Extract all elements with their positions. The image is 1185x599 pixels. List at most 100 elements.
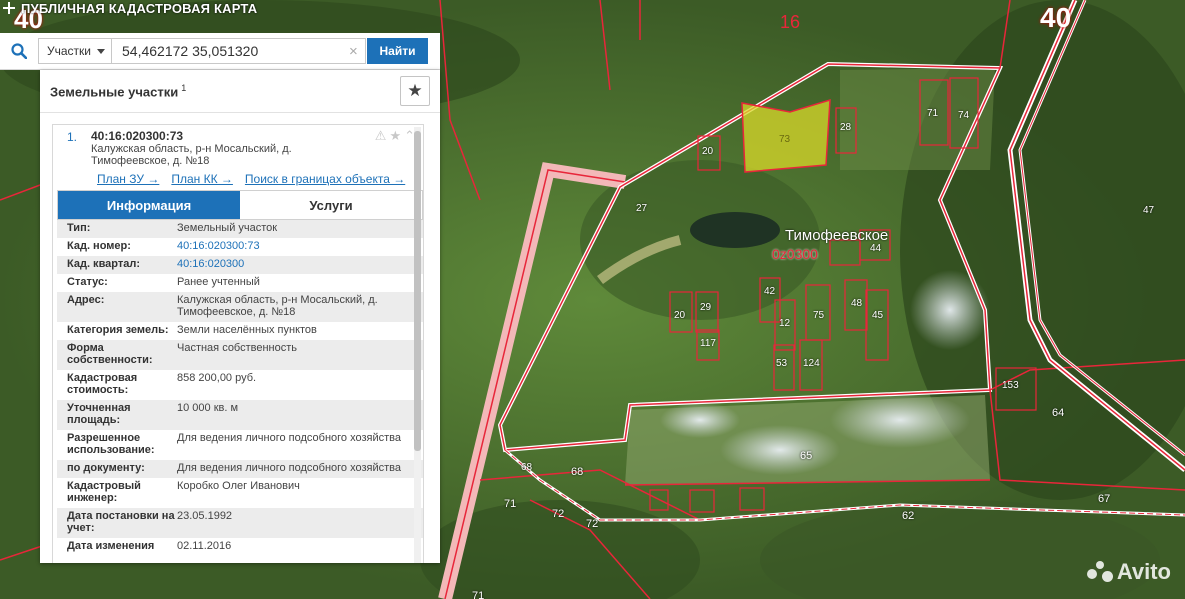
app-title: ПУБЛИЧНАЯ КАДАСТРОВАЯ КАРТА (21, 0, 258, 16)
parcel-label[interactable]: 28 (840, 122, 851, 133)
info-value: 23.05.1992 (177, 510, 233, 522)
info-value: Земельный участок (177, 222, 278, 234)
plan-kk-link[interactable]: План КК → (171, 172, 233, 186)
info-row: Дата изменения 02.11.2016 (57, 538, 423, 556)
scrollbar[interactable] (414, 127, 421, 563)
quarter-label: 16 (780, 12, 801, 32)
parcel-label[interactable]: 45 (872, 310, 883, 321)
info-row: Форма собственности: Частная собственност… (57, 340, 423, 370)
parcel-label[interactable]: 20 (674, 310, 685, 321)
parcel-label[interactable]: 117 (700, 338, 716, 349)
parcel-label[interactable]: 47 (1143, 205, 1154, 216)
village-code: 0z0300 (772, 246, 818, 262)
search-type-label: Участки (47, 44, 91, 58)
info-row: Дата постановки на учет: 23.05.1992 (57, 508, 423, 538)
parcel-label[interactable]: 72 (586, 518, 598, 530)
info-label: Дата постановки на учет: (67, 510, 175, 534)
card-links: План ЗУ → План КК → Поиск в границах объ… (97, 172, 405, 186)
info-label: Категория земель: (67, 324, 169, 336)
info-label: Уточненная площадь: (67, 402, 131, 426)
info-table: Тип: Земельный участок Кад. номер: 40:16:02… (57, 220, 423, 556)
card-tabs: Информация Услуги (57, 190, 423, 220)
info-label: Кадастровая стоимость: (67, 372, 138, 396)
parcel-label[interactable]: 67 (1098, 493, 1110, 505)
parcel-label[interactable]: 65 (800, 450, 812, 462)
parcel-label[interactable]: 124 (803, 358, 820, 369)
find-button[interactable]: Найти (367, 38, 428, 64)
avito-watermark: Avito (1086, 559, 1171, 585)
info-label: Тип: (67, 222, 91, 234)
star-icon: ★ (407, 81, 423, 100)
favorites-button[interactable]: ★ (400, 76, 430, 106)
info-label: Форма собственности: (67, 342, 153, 366)
result-cad-id[interactable]: 40:16:020300:73 (91, 129, 183, 143)
parcel-label[interactable]: 53 (776, 358, 787, 369)
clear-search-icon[interactable]: × (349, 43, 358, 60)
info-row: Адрес: Калужская область, р-н Мосальский,… (57, 292, 423, 322)
parcel-label[interactable]: 71 (504, 498, 516, 510)
app-header: ПУБЛИЧНАЯ КАДАСТРОВАЯ КАРТА (0, 0, 257, 16)
info-label: Кадастровый инженер: (67, 480, 141, 504)
parcel-label[interactable]: 75 (813, 310, 824, 321)
result-count: 1 (181, 82, 187, 93)
info-label: Кад. номер: (67, 240, 131, 252)
parcel-label[interactable]: 153 (1002, 380, 1019, 391)
parcel-label[interactable]: 68 (571, 466, 583, 478)
info-value: Для ведения личного подсобного хозяйства (177, 432, 401, 444)
info-row: по документу: Для ведения личного подсобн… (57, 460, 423, 478)
card-actions: ⚠ ★ ⌃ (375, 128, 415, 144)
info-value: Калужская область, р-н Мосальский, д. Ти… (177, 294, 378, 318)
info-label: по документу: (67, 462, 145, 474)
search-bounds-link[interactable]: Поиск в границах объекта → (245, 172, 405, 186)
caret-down-icon (97, 48, 105, 54)
info-label: Кад. квартал: (67, 258, 141, 270)
info-value: Коробко Олег Иванович (177, 480, 300, 492)
tab-info[interactable]: Информация (58, 191, 240, 219)
info-row: Кад. квартал: 40:16:020300 (57, 256, 423, 274)
star-icon[interactable]: ★ (389, 128, 401, 144)
parcel-label[interactable]: 64 (1052, 407, 1064, 419)
info-row: Кад. номер: 40:16:020300:73 (57, 238, 423, 256)
parcel-label[interactable]: 27 (636, 203, 647, 214)
info-value: 02.11.2016 (177, 540, 232, 552)
parcel-label[interactable]: 71 (472, 590, 484, 599)
panel-title-text: Земельные участки (50, 84, 179, 100)
parcel-label[interactable]: 62 (902, 510, 914, 522)
info-value: 10 000 кв. м (177, 402, 239, 414)
plan-zu-link[interactable]: План ЗУ → (97, 172, 159, 186)
parcel-label[interactable]: 42 (764, 286, 775, 297)
parcel-label[interactable]: 29 (700, 302, 711, 313)
parcel-label[interactable]: 71 (927, 108, 938, 119)
quarter-label: 40 (1040, 2, 1072, 33)
info-row: Уточненная площадь: 10 000 кв. м (57, 400, 423, 430)
parcel-label[interactable]: 48 (851, 298, 862, 309)
panel-header: Земельные участки 1 ★ (40, 70, 440, 113)
search-icon[interactable] (0, 33, 38, 70)
parcel-label[interactable]: 20 (702, 146, 713, 157)
info-row: Тип: Земельный участок (57, 220, 423, 238)
panel-title: Земельные участки 1 (50, 83, 186, 99)
scroll-thumb[interactable] (414, 131, 421, 451)
search-input[interactable] (112, 38, 366, 64)
results-panel: Земельные участки 1 ★ 1. 40:16:020300:73 … (40, 70, 440, 563)
village-name: Тимофеевское (785, 227, 889, 244)
parcel-label[interactable]: 68 (521, 462, 532, 473)
info-row: Статус: Ранее учтенный (57, 274, 423, 292)
tab-services[interactable]: Услуги (240, 191, 422, 219)
parcel-label-73[interactable]: 73 (779, 134, 790, 145)
info-value[interactable]: 40:16:020300:73 (177, 240, 423, 252)
parcel-label[interactable]: 44 (870, 243, 881, 254)
search-type-dropdown[interactable]: Участки (38, 38, 112, 64)
watermark-text: Avito (1116, 559, 1171, 584)
info-value[interactable]: 40:16:020300 (177, 258, 423, 270)
warning-icon[interactable]: ⚠ (375, 128, 387, 144)
parcel-label[interactable]: 74 (958, 110, 969, 121)
info-label: Разрешенное использование: (67, 432, 155, 456)
info-label: Адрес: (67, 294, 105, 306)
avito-logo-icon (1086, 561, 1113, 583)
parcel-label[interactable]: 12 (779, 318, 790, 329)
parcel-label[interactable]: 72 (552, 508, 564, 520)
info-row: Категория земель: Земли населённых пункто… (57, 322, 423, 340)
info-value: 858 200,00 руб. (177, 372, 257, 384)
crosshair-logo-icon (3, 2, 15, 14)
